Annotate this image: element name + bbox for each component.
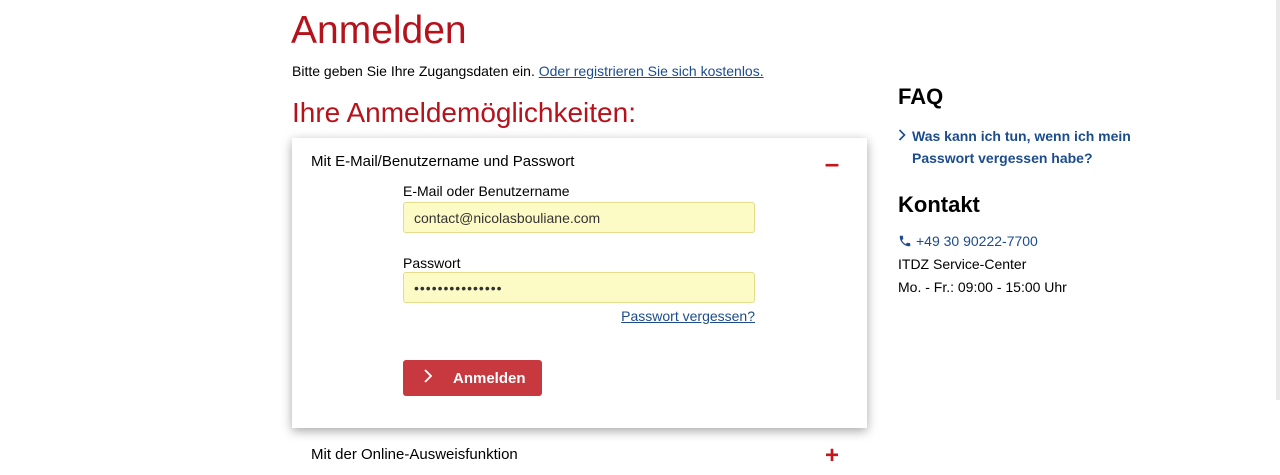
page-title: Anmelden — [291, 9, 467, 52]
contact-heading: Kontakt — [898, 192, 980, 217]
contact-hours: Mo. - Fr.: 09:00 - 15:00 Uhr — [898, 279, 1067, 295]
login-page: Anmelden Bitte geben Sie Ihre Zugangsdat… — [0, 0, 1280, 475]
register-link[interactable]: Oder registrieren Sie sich kostenlos. — [539, 63, 764, 79]
contact-phone-number: +49 30 90222-7700 — [916, 233, 1038, 249]
password-input[interactable] — [403, 272, 755, 303]
faq-forgot-password-link[interactable]: Was kann ich tun, wenn ich mein Passwort… — [898, 125, 1158, 169]
password-login-title[interactable]: Mit E-Mail/Benutzername und Passwort — [311, 153, 574, 171]
phone-icon — [899, 235, 911, 247]
scrollbar[interactable] — [1276, 0, 1280, 400]
login-button-label: Anmelden — [453, 369, 526, 387]
forgot-password-link[interactable]: Passwort vergessen? — [621, 308, 755, 324]
faq-heading: FAQ — [898, 84, 944, 109]
contact-phone-link[interactable]: +49 30 90222-7700 — [898, 232, 1038, 250]
faq-question: Was kann ich tun, wenn ich mein Passwort… — [912, 128, 1131, 166]
eid-login-title[interactable]: Mit der Online-Ausweisfunktion — [311, 446, 518, 464]
login-options-heading: Ihre Anmeldemöglichkeiten: — [292, 97, 636, 128]
intro-text: Bitte geben Sie Ihre Zugangsdaten ein. O… — [292, 62, 764, 80]
password-label: Passwort — [403, 255, 461, 271]
username-input[interactable] — [403, 202, 755, 233]
chevron-right-icon — [898, 125, 912, 169]
eid-login-option[interactable]: Mit der Online-Ausweisfunktion + — [292, 437, 867, 475]
password-login-panel: Mit E-Mail/Benutzername und Passwort – E… — [292, 138, 867, 428]
chevron-right-icon — [403, 368, 453, 388]
contact-service-center: ITDZ Service-Center — [898, 256, 1027, 272]
collapse-toggle[interactable]: – — [822, 150, 842, 176]
login-button[interactable]: Anmelden — [403, 360, 542, 396]
expand-toggle[interactable]: + — [822, 444, 842, 468]
intro-message: Bitte geben Sie Ihre Zugangsdaten ein. — [292, 63, 535, 79]
username-label: E-Mail oder Benutzername — [403, 183, 570, 199]
